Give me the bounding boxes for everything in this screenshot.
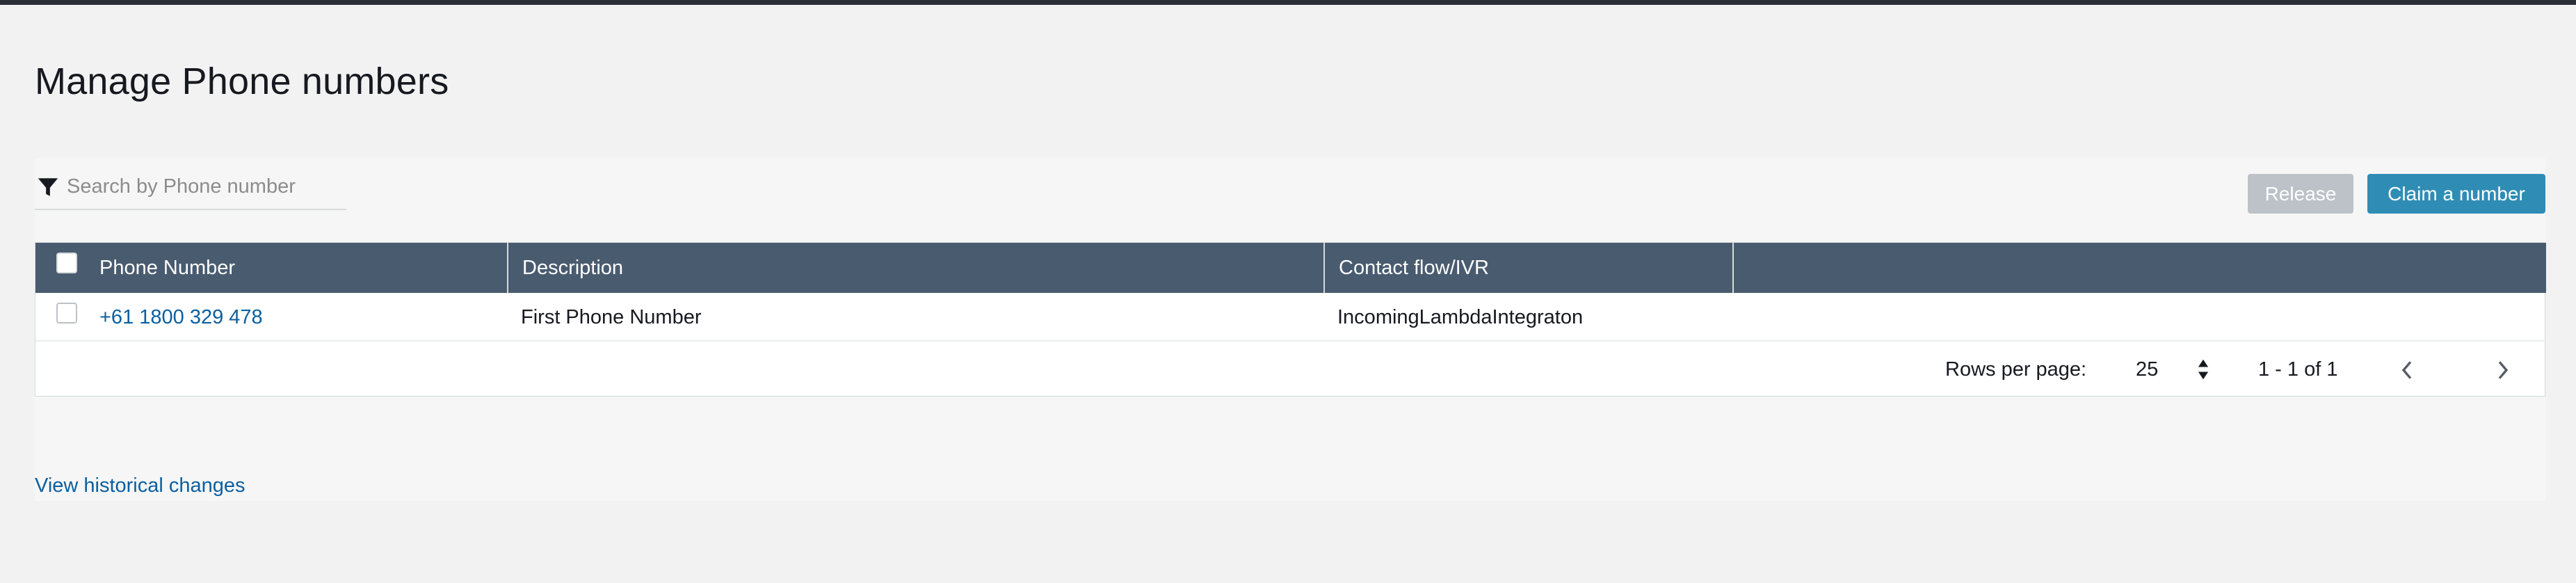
release-button[interactable]: Release	[2248, 174, 2353, 214]
view-historical-changes-link[interactable]: View historical changes	[35, 474, 245, 497]
table-row[interactable]: +61 1800 329 478 First Phone Number Inco…	[35, 293, 2546, 342]
column-header-description[interactable]: Description	[508, 243, 1311, 293]
contact-flow-cell: IncomingLambdaIntegraton	[1337, 305, 1584, 328]
search-input[interactable]	[67, 171, 338, 202]
table-header: Phone Number Description Contact flow/IV…	[35, 243, 2546, 293]
phone-numbers-table: Phone Number Description Contact flow/IV…	[35, 242, 2546, 397]
row-checkbox[interactable]	[56, 303, 77, 324]
description-cell: First Phone Number	[521, 305, 702, 328]
pagination: Rows per page: 25 1 - 1 of 1	[35, 343, 2546, 396]
top-bar	[0, 0, 2576, 5]
column-header-phone-number[interactable]: Phone Number	[86, 243, 458, 293]
pagination-range: 1 - 1 of 1	[2258, 358, 2338, 381]
claim-number-button[interactable]: Claim a number	[2367, 174, 2545, 214]
chevron-right-icon[interactable]	[2495, 360, 2511, 381]
rows-per-page-select[interactable]: 25	[2136, 358, 2158, 381]
rows-per-page-label: Rows per page:	[1945, 358, 2087, 381]
column-header-empty	[1734, 243, 2541, 293]
sort-icon[interactable]	[2197, 358, 2209, 381]
filter-icon	[38, 178, 58, 196]
column-header-contact-flow[interactable]: Contact flow/IVR	[1325, 243, 1721, 293]
search-bar	[35, 161, 346, 210]
chevron-left-icon[interactable]	[2399, 360, 2415, 381]
phone-number-link[interactable]: +61 1800 329 478	[99, 293, 263, 342]
page-title: Manage Phone numbers	[35, 61, 449, 102]
select-all-checkbox[interactable]	[56, 253, 77, 273]
